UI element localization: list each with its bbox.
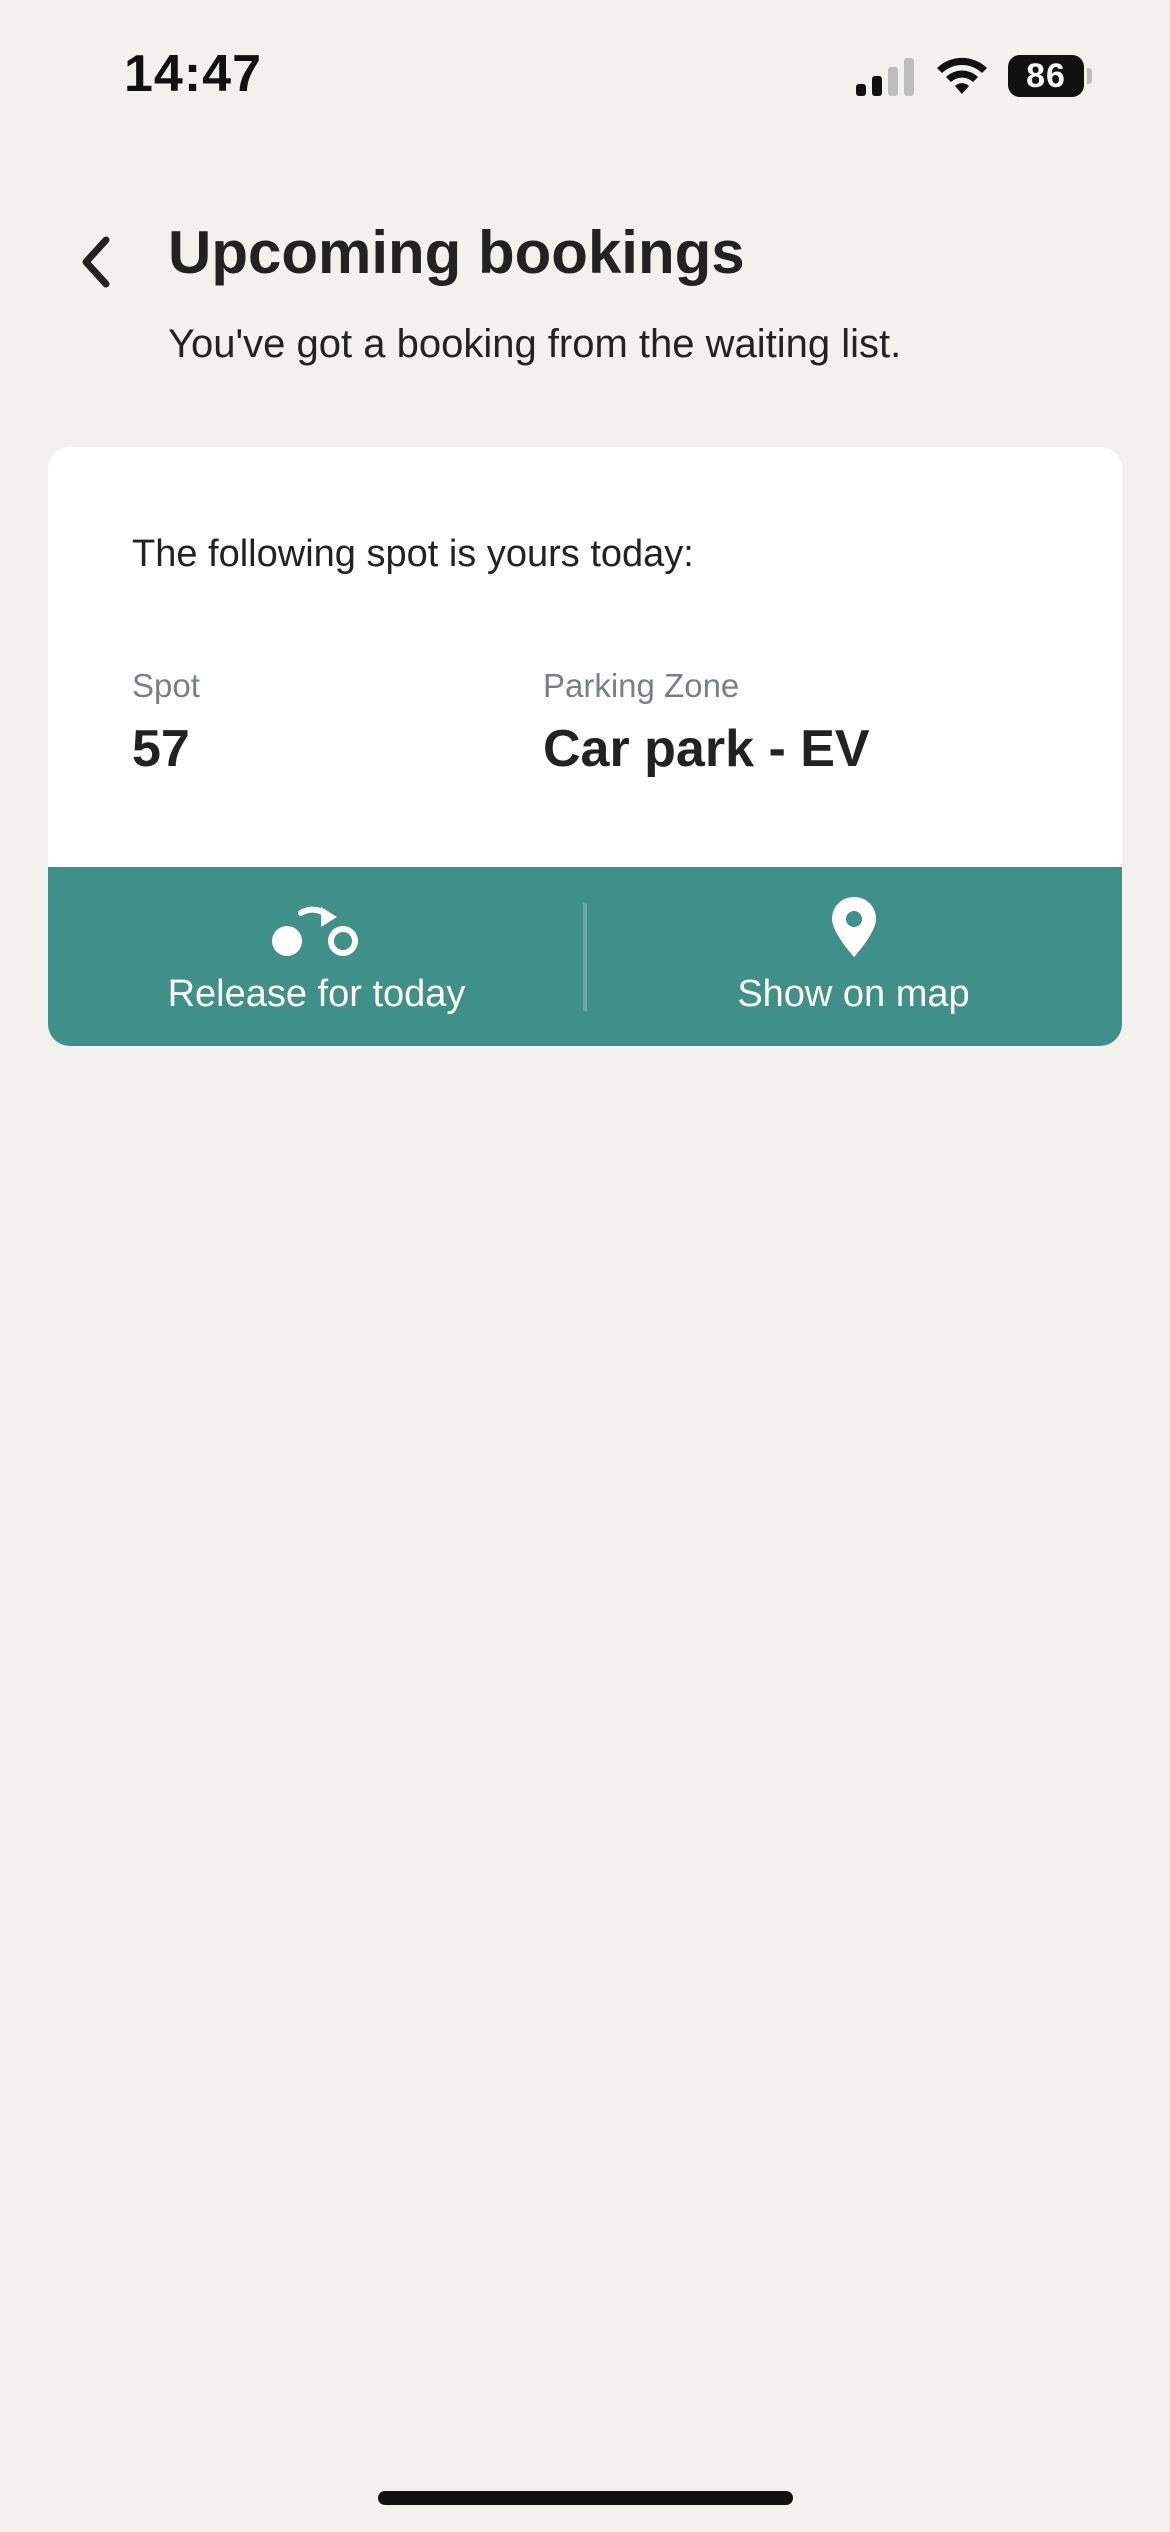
cellular-signal-icon (856, 58, 914, 96)
page-subtitle: You've got a booking from the waiting li… (168, 322, 902, 366)
battery-nub (1087, 68, 1092, 84)
home-indicator[interactable] (378, 2491, 793, 2505)
back-button[interactable] (64, 222, 128, 302)
status-bar: 14:47 86 (0, 0, 1170, 150)
wifi-icon (937, 57, 987, 94)
release-for-today-button[interactable]: Release for today (48, 867, 585, 1046)
parking-zone-value: Car park - EV (543, 720, 870, 778)
booking-card: The following spot is yours today: Spot … (48, 447, 1122, 1046)
spot-value: 57 (132, 720, 190, 778)
show-on-map-button[interactable]: Show on map (585, 867, 1122, 1046)
battery-icon: 86 (1008, 55, 1092, 97)
show-on-map-label: Show on map (737, 973, 970, 1015)
page-title: Upcoming bookings (168, 219, 745, 286)
battery-level: 86 (1008, 55, 1084, 97)
parking-zone-label: Parking Zone (543, 667, 740, 704)
spot-label: Spot (132, 667, 200, 704)
release-arrow-icon (271, 906, 358, 956)
status-time: 14:47 (124, 45, 262, 103)
booking-action-bar: Release for today Show on map (48, 867, 1122, 1046)
chevron-left-icon (82, 236, 110, 288)
booking-intro: The following spot is yours today: (132, 533, 694, 575)
release-for-today-label: Release for today (167, 973, 466, 1015)
map-pin-icon (831, 897, 876, 957)
